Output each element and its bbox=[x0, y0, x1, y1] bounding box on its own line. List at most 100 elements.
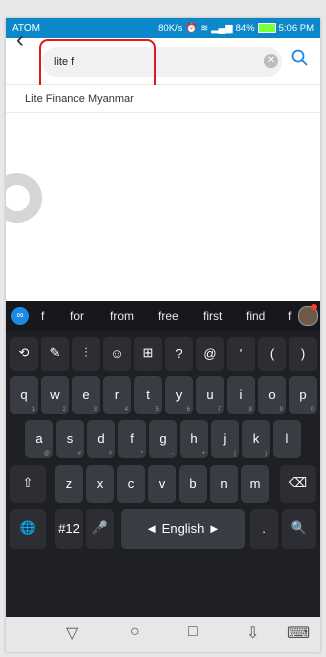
key-o-label: o bbox=[268, 386, 276, 402]
key-e[interactable]: e3 bbox=[72, 376, 100, 414]
key-j-label: j bbox=[223, 430, 227, 446]
key-v[interactable]: v bbox=[148, 465, 176, 503]
key-p-label: p bbox=[299, 386, 307, 402]
key-k-hint: ) bbox=[265, 451, 267, 457]
tool-key-label: ⫶ bbox=[84, 345, 88, 361]
key-q-hint: 1 bbox=[31, 407, 35, 413]
hide-keyboard-button[interactable]: ⇩ bbox=[246, 623, 259, 643]
tool-key-label: ✎ bbox=[49, 345, 61, 361]
key-s[interactable]: s # bbox=[56, 420, 84, 458]
key-d[interactable]: d ₫ bbox=[87, 420, 115, 458]
status-bar: ATOM 80K/s ⏰ ≋ ▂▄▆ 84% 5:06 PM bbox=[6, 18, 320, 38]
key-i-hint: 8 bbox=[248, 407, 252, 413]
key-l[interactable]: l bbox=[273, 420, 301, 458]
prediction-word[interactable]: first bbox=[203, 309, 222, 323]
key-r[interactable]: r4 bbox=[103, 376, 131, 414]
key-t-hint: 5 bbox=[155, 407, 159, 413]
key-q-label: q bbox=[20, 386, 28, 402]
keyboard-logo-icon[interactable]: ∞ bbox=[11, 307, 29, 325]
key-l-label: l bbox=[285, 430, 289, 446]
key-w-label: w bbox=[50, 386, 60, 402]
search-key-label: 🔍 bbox=[290, 520, 308, 536]
notification-dot bbox=[311, 304, 317, 310]
key-x[interactable]: x bbox=[86, 465, 114, 503]
tool-key[interactable]: ) bbox=[289, 337, 317, 371]
suggestion-item[interactable]: Lite Finance Myanmar bbox=[6, 85, 320, 113]
tool-key[interactable]: ? bbox=[165, 337, 193, 371]
globe-icon[interactable]: 🌐 bbox=[10, 509, 46, 549]
period-key-label: . bbox=[262, 520, 266, 536]
key-a[interactable]: a @ bbox=[25, 420, 53, 458]
tool-key-label: ) bbox=[300, 345, 306, 361]
tool-key[interactable]: ☺ bbox=[103, 337, 131, 371]
key-o[interactable]: o9 bbox=[258, 376, 286, 414]
key-c[interactable]: c bbox=[117, 465, 145, 503]
tool-key[interactable]: ⫶ bbox=[72, 337, 100, 371]
prediction-word[interactable]: f bbox=[288, 309, 291, 323]
nav-back-button[interactable]: ▽ bbox=[66, 623, 78, 643]
key-q[interactable]: q1 bbox=[10, 376, 38, 414]
key-u-hint: 7 bbox=[217, 407, 221, 413]
key-n[interactable]: n bbox=[210, 465, 238, 503]
nav-recents-button[interactable]: □ bbox=[188, 623, 198, 641]
key-y[interactable]: y6 bbox=[165, 376, 193, 414]
mic-icon[interactable]: 🎤 bbox=[86, 509, 114, 549]
key-x-label: x bbox=[96, 475, 104, 491]
key-u[interactable]: u7 bbox=[196, 376, 224, 414]
clear-icon[interactable]: ✕ bbox=[264, 54, 278, 68]
tool-key[interactable]: ( bbox=[258, 337, 286, 371]
tool-key[interactable]: @ bbox=[196, 337, 224, 371]
key-j[interactable]: j( bbox=[211, 420, 239, 458]
key-z-label: z bbox=[65, 475, 73, 491]
key-b[interactable]: b bbox=[179, 465, 207, 503]
key-i-label: i bbox=[239, 386, 243, 402]
prediction-bar: ∞ f for from free first find f bbox=[6, 301, 320, 331]
key-a-label: a bbox=[35, 430, 43, 446]
nav-home-button[interactable]: ○ bbox=[130, 623, 140, 641]
numbers-key[interactable]: #12 bbox=[55, 509, 83, 549]
key-d-hint: ₫ bbox=[108, 451, 112, 457]
loading-spinner bbox=[6, 173, 42, 223]
space-key[interactable]: ◄ English ► bbox=[121, 509, 245, 549]
tool-key[interactable]: ' bbox=[227, 337, 255, 371]
search-key[interactable]: 🔍 bbox=[282, 509, 316, 549]
key-m[interactable]: m bbox=[241, 465, 269, 503]
prediction-word[interactable]: for bbox=[70, 309, 84, 323]
tool-key[interactable]: ⟲ bbox=[10, 337, 38, 371]
key-k[interactable]: k) bbox=[242, 420, 270, 458]
key-i[interactable]: i8 bbox=[227, 376, 255, 414]
backspace-key[interactable]: ⌫ bbox=[280, 465, 316, 503]
back-arrow-icon[interactable]: ‹ bbox=[16, 27, 24, 53]
tool-key-label: ? bbox=[175, 345, 183, 361]
prediction-word[interactable]: free bbox=[158, 309, 179, 323]
key-p[interactable]: p0 bbox=[289, 376, 317, 414]
keyboard-switch-button[interactable]: ⌨ bbox=[287, 623, 310, 643]
key-b-label: b bbox=[189, 475, 197, 491]
key-g-label: g bbox=[159, 430, 167, 446]
key-g[interactable]: g- bbox=[149, 420, 177, 458]
navigation-bar: ▽ ○ □ ⇩ ⌨ bbox=[6, 617, 320, 652]
numbers-key-label: #12 bbox=[58, 520, 80, 536]
key-t[interactable]: t5 bbox=[134, 376, 162, 414]
key-s-label: s bbox=[66, 430, 74, 446]
prediction-word[interactable]: from bbox=[110, 309, 134, 323]
shift-key-label: ⇧ bbox=[22, 475, 34, 491]
tool-key[interactable]: ⊞ bbox=[134, 337, 162, 371]
search-icon[interactable] bbox=[291, 49, 309, 67]
battery-icon bbox=[257, 23, 276, 33]
key-h[interactable]: h + bbox=[180, 420, 208, 458]
backspace-key-label: ⌫ bbox=[288, 475, 308, 491]
signal-icon: ▂▄▆ bbox=[211, 22, 233, 34]
tool-key[interactable]: ✎ bbox=[41, 337, 69, 371]
prediction-word[interactable]: find bbox=[246, 309, 265, 323]
key-w-hint: 2 bbox=[62, 407, 66, 413]
period-key[interactable]: . bbox=[250, 509, 278, 549]
key-w[interactable]: w2 bbox=[41, 376, 69, 414]
tool-key-label: ( bbox=[269, 345, 275, 361]
key-f[interactable]: f * bbox=[118, 420, 146, 458]
key-p-hint: 0 bbox=[310, 407, 314, 413]
shift-key[interactable]: ⇧ bbox=[10, 465, 46, 503]
key-j-hint: ( bbox=[234, 451, 236, 457]
prediction-word[interactable]: f bbox=[41, 309, 44, 323]
key-z[interactable]: z bbox=[55, 465, 83, 503]
